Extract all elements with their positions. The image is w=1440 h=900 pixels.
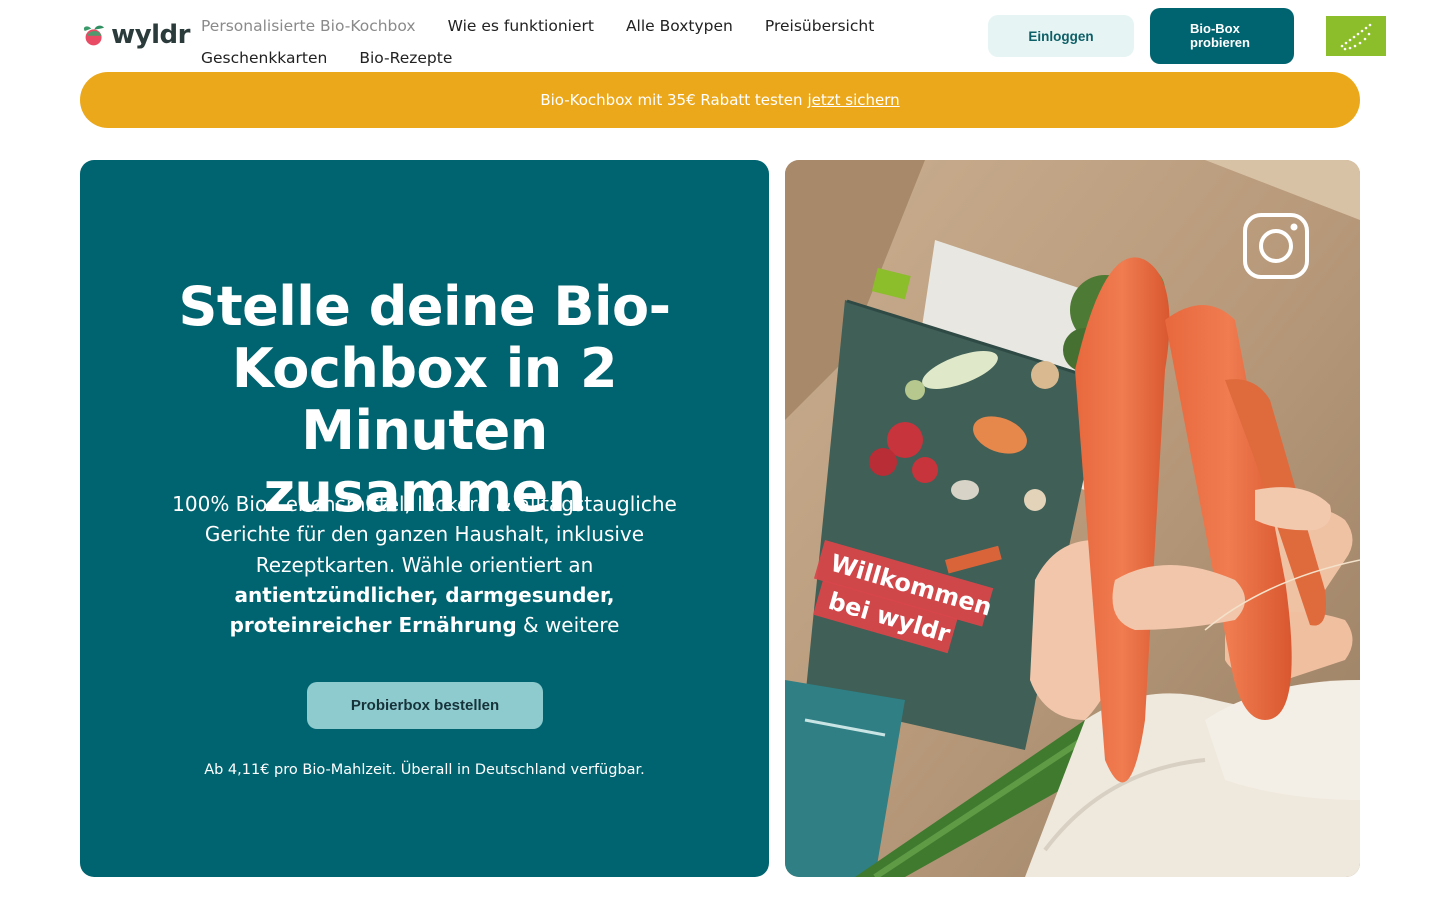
- nav-link-geschenkkarten[interactable]: Geschenkkarten: [201, 49, 327, 67]
- hero-title: Stelle deine Bio-Kochbox in 2 Minuten zu…: [178, 275, 671, 524]
- nav-link-wie-es-funktioniert[interactable]: Wie es funktioniert: [448, 17, 594, 35]
- try-bio-box-label-line1: Bio-Box: [1190, 21, 1240, 36]
- promo-text: Bio-Kochbox mit 35€ Rabatt testen: [540, 91, 803, 109]
- main-navigation: Personalisierte Bio-Kochbox Wie es funkt…: [201, 10, 901, 74]
- login-button[interactable]: Einloggen: [988, 15, 1134, 57]
- brand-name: wyldr: [111, 20, 190, 50]
- site-header: wyldr Personalisierte Bio-Kochbox Wie es…: [0, 0, 1440, 72]
- try-bio-box-label-line2: probieren: [1190, 35, 1250, 50]
- nav-link-bio-rezepte[interactable]: Bio-Rezepte: [359, 49, 452, 67]
- hero-description-plain: 100% Bio-Lebensmittel, leckere & alltags…: [172, 492, 677, 577]
- price-note: Ab 4,11€ pro Bio-Mahlzeit. Überall in De…: [204, 762, 645, 778]
- hero-photo: Willkommen bei wyldr: [785, 160, 1360, 877]
- eu-organic-leaf-logo-icon: [1326, 16, 1386, 56]
- nav-link-personalisierte-bio-kochbox[interactable]: Personalisierte Bio-Kochbox: [201, 17, 416, 35]
- nav-link-preisuebersicht[interactable]: Preisübersicht: [765, 17, 874, 35]
- try-bio-box-label: Bio-Box probieren: [1190, 22, 1250, 50]
- apple-leaf-logo-icon: [83, 25, 104, 46]
- brand-logo[interactable]: wyldr: [80, 18, 190, 52]
- nav-row-1: Personalisierte Bio-Kochbox Wie es funkt…: [201, 10, 901, 42]
- nav-row-2: Geschenkkarten Bio-Rezepte: [201, 42, 901, 74]
- hero-card: Stelle deine Bio-Kochbox in 2 Minuten zu…: [80, 160, 769, 877]
- try-bio-box-button[interactable]: Bio-Box probieren: [1150, 8, 1294, 64]
- hero-description-tail: & weitere: [523, 613, 620, 638]
- nav-link-alle-boxtypen[interactable]: Alle Boxtypen: [626, 17, 733, 35]
- promo-link[interactable]: jetzt sichern: [807, 91, 899, 109]
- hero-description: 100% Bio-Lebensmittel, leckere & alltags…: [170, 489, 679, 640]
- order-trial-box-button[interactable]: Probierbox bestellen: [307, 682, 543, 729]
- promo-banner: Bio-Kochbox mit 35€ Rabatt testen jetzt …: [80, 72, 1360, 128]
